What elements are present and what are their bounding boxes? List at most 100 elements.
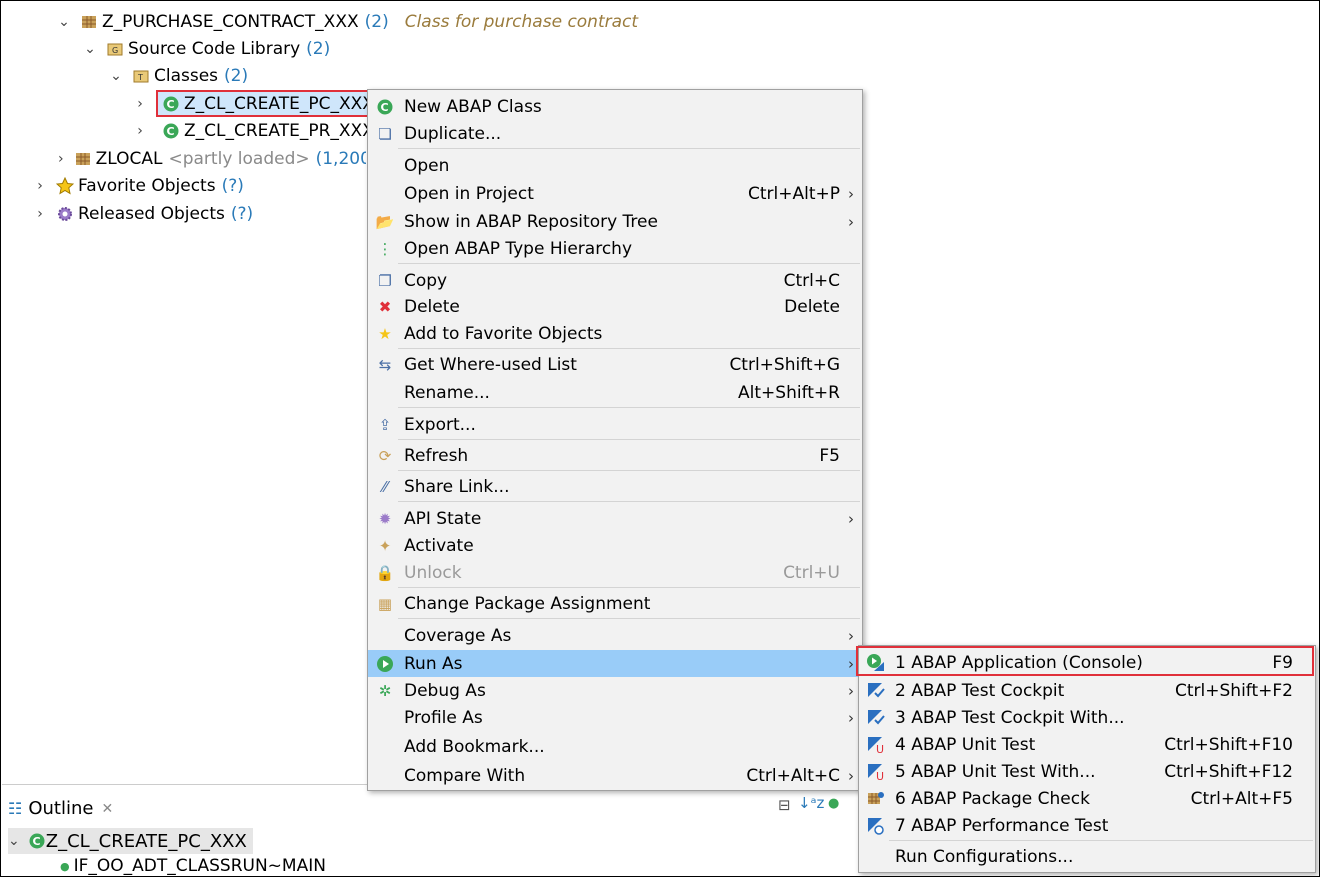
sort-az-icon[interactable]: ↓ᵃz xyxy=(798,794,824,812)
chevron-right-icon: › xyxy=(848,212,854,231)
menu-item-label: Add Bookmark... xyxy=(404,736,545,757)
menu-item-share-link[interactable]: ⁄⁄ Share Link... xyxy=(368,473,862,500)
link-icon: ⁄⁄ xyxy=(382,477,388,496)
submenu-item-2-abap-test-cockpit[interactable]: 2 ABAP Test Cockpit Ctrl+Shift+F2 xyxy=(859,677,1315,704)
chevron-right-icon: › xyxy=(848,708,854,727)
chevron-right-icon[interactable]: › xyxy=(134,97,146,111)
chevron-right-icon[interactable]: › xyxy=(34,179,46,193)
close-icon[interactable]: ✕ xyxy=(101,801,113,817)
menu-separator xyxy=(398,407,860,408)
menu-item-label: Debug As xyxy=(404,680,486,701)
star-icon: ★ xyxy=(378,324,392,343)
menu-item-shortcut: Ctrl+Shift+G xyxy=(729,354,840,375)
menu-item-label: API State xyxy=(404,508,482,529)
menu-item-show-in-abap-repository-tree[interactable]: 📂 Show in ABAP Repository Tree › xyxy=(368,208,862,235)
star-icon xyxy=(55,176,75,195)
menu-item-unlock[interactable]: 🔒 Unlock Ctrl+U xyxy=(368,559,862,586)
menu-separator xyxy=(398,470,860,471)
menu-item-open-abap-type-hierarchy[interactable]: ⋮ Open ABAP Type Hierarchy xyxy=(368,235,862,262)
method-icon: ● xyxy=(60,859,70,873)
menu-item-shortcut: Delete xyxy=(784,296,840,317)
menu-item-api-state[interactable]: ✹ API State › xyxy=(368,505,862,532)
svg-text:C: C xyxy=(167,125,175,138)
submenu-item-3-abap-test-cockpit-with[interactable]: 3 ABAP Test Cockpit With... xyxy=(859,704,1315,731)
chevron-down-icon[interactable]: ⌄ xyxy=(84,42,96,56)
menu-item-new-abap-class[interactable]: C New ABAP Class xyxy=(368,93,862,120)
chevron-down-icon[interactable]: ⌄ xyxy=(58,15,70,29)
submenu-item-5-abap-unit-test-with[interactable]: U 5 ABAP Unit Test With... Ctrl+Shift+F12 xyxy=(859,758,1315,785)
tree-item-z-cl-create-pc[interactable]: › C Z_CL_CREATE_PC_XXX xyxy=(134,90,380,117)
outline-root[interactable]: ⌄ C Z_CL_CREATE_PC_XXX xyxy=(8,828,253,854)
run-icon xyxy=(375,654,395,674)
where-used-icon: ⇆ xyxy=(378,355,392,374)
activate-icon: ✦ xyxy=(378,536,392,555)
menu-item-add-to-favorite-objects[interactable]: ★ Add to Favorite Objects xyxy=(368,320,862,347)
chevron-right-icon: › xyxy=(848,184,854,203)
menu-item-open[interactable]: Open xyxy=(368,152,862,179)
tree-item-source-code-library[interactable]: ⌄ G Source Code Library (2) xyxy=(84,35,330,62)
submenu-item-label: Run Configurations... xyxy=(895,846,1074,867)
menu-item-add-bookmark[interactable]: Add Bookmark... xyxy=(368,733,862,760)
submenu-item-label: 7 ABAP Performance Test xyxy=(895,815,1109,836)
tree-item-classes[interactable]: ⌄ T Classes (2) xyxy=(110,62,248,89)
tree-item-z-cl-create-pr[interactable]: › C Z_CL_CREATE_PR_XXX xyxy=(134,117,374,144)
menu-item-label: Refresh xyxy=(404,445,469,466)
performance-icon xyxy=(866,816,886,836)
menu-item-rename[interactable]: Rename... Alt+Shift+R xyxy=(368,379,862,406)
chevron-right-icon[interactable]: › xyxy=(58,152,64,166)
tree-item-released-objects[interactable]: › Released Objects (?) xyxy=(34,200,253,227)
chevron-right-icon: › xyxy=(848,766,854,785)
export-icon: ⇪ xyxy=(378,415,392,434)
menu-item-label: Open xyxy=(404,155,450,176)
tree-item-purchase-contract[interactable]: ⌄ Z_PURCHASE_CONTRACT_XXX (2) Class for … xyxy=(58,8,638,35)
chevron-down-icon[interactable]: ⌄ xyxy=(110,69,122,83)
outline-icon: ☷ xyxy=(8,799,23,818)
menu-item-change-package-assignment[interactable]: ▦ Change Package Assignment xyxy=(368,590,862,617)
menu-separator xyxy=(398,439,860,440)
menu-item-compare-with[interactable]: Compare With Ctrl+Alt+C › xyxy=(368,762,862,789)
delete-icon: ✖ xyxy=(378,297,392,316)
submenu-item-4-abap-unit-test[interactable]: U 4 ABAP Unit Test Ctrl+Shift+F10 xyxy=(859,731,1315,758)
tree-item-favorite-objects[interactable]: › Favorite Objects (?) xyxy=(34,172,244,199)
outline-tab[interactable]: ☷ Outline ✕ xyxy=(8,798,113,819)
collapse-all-icon[interactable]: ⊟ xyxy=(778,796,791,814)
selected-tree-item[interactable]: C Z_CL_CREATE_PC_XXX xyxy=(156,90,380,117)
menu-item-run-as[interactable]: Run As › xyxy=(368,650,862,677)
menu-item-shortcut: Ctrl+Alt+P xyxy=(747,183,840,204)
submenu-item-6-abap-package-check[interactable]: 6 ABAP Package Check Ctrl+Alt+F5 xyxy=(859,785,1315,812)
menu-item-label: Share Link... xyxy=(404,476,510,497)
menu-item-label: Rename... xyxy=(404,382,490,403)
chevron-down-icon[interactable]: ⌄ xyxy=(8,833,20,849)
menu-item-label: Compare With xyxy=(404,765,526,786)
chevron-right-icon[interactable]: › xyxy=(134,124,146,138)
svg-text:U: U xyxy=(876,770,884,782)
submenu-item-label: 6 ABAP Package Check xyxy=(895,788,1090,809)
outline-child[interactable]: ● IF_OO_ADT_CLASSRUN~MAIN xyxy=(60,856,326,876)
menu-item-open-in-project[interactable]: Open in Project Ctrl+Alt+P › xyxy=(368,180,862,207)
menu-item-label: Copy xyxy=(404,270,448,291)
tree-item-zlocal[interactable]: › ZLOCAL <partly loaded> (1,200 xyxy=(58,145,366,172)
menu-item-copy[interactable]: ❐ Copy Ctrl+C xyxy=(368,267,862,294)
chevron-right-icon[interactable]: › xyxy=(34,207,46,221)
menu-item-duplicate[interactable]: ❏ Duplicate... xyxy=(368,120,862,147)
menu-item-activate[interactable]: ✦ Activate xyxy=(368,532,862,559)
menu-item-label: Show in ABAP Repository Tree xyxy=(404,211,658,232)
chevron-right-icon: › xyxy=(848,654,854,673)
filter-icon[interactable]: ● xyxy=(828,796,839,811)
menu-item-profile-as[interactable]: Profile As › xyxy=(368,704,862,731)
svg-text:C: C xyxy=(167,98,175,111)
menu-item-label: New ABAP Class xyxy=(404,96,542,117)
menu-item-get-where-used-list[interactable]: ⇆ Get Where-used List Ctrl+Shift+G xyxy=(368,351,862,378)
menu-item-export[interactable]: ⇪ Export... xyxy=(368,411,862,438)
menu-item-coverage-as[interactable]: Coverage As › xyxy=(368,622,862,649)
submenu-item-7-abap-performance-test[interactable]: 7 ABAP Performance Test xyxy=(859,812,1315,839)
submenu-item-shortcut: Ctrl+Shift+F10 xyxy=(1164,734,1293,755)
submenu-item-shortcut: Ctrl+Alt+F5 xyxy=(1190,788,1293,809)
menu-item-debug-as[interactable]: ✲ Debug As › xyxy=(368,677,862,704)
menu-item-refresh[interactable]: ⟳ Refresh F5 xyxy=(368,442,862,469)
svg-text:G: G xyxy=(112,46,118,55)
submenu-item-run-configurations[interactable]: Run Configurations... xyxy=(859,843,1315,870)
menu-item-delete[interactable]: ✖ Delete Delete xyxy=(368,293,862,320)
hierarchy-icon: ⋮ xyxy=(377,239,393,258)
menu-item-label: Get Where-used List xyxy=(404,354,577,375)
